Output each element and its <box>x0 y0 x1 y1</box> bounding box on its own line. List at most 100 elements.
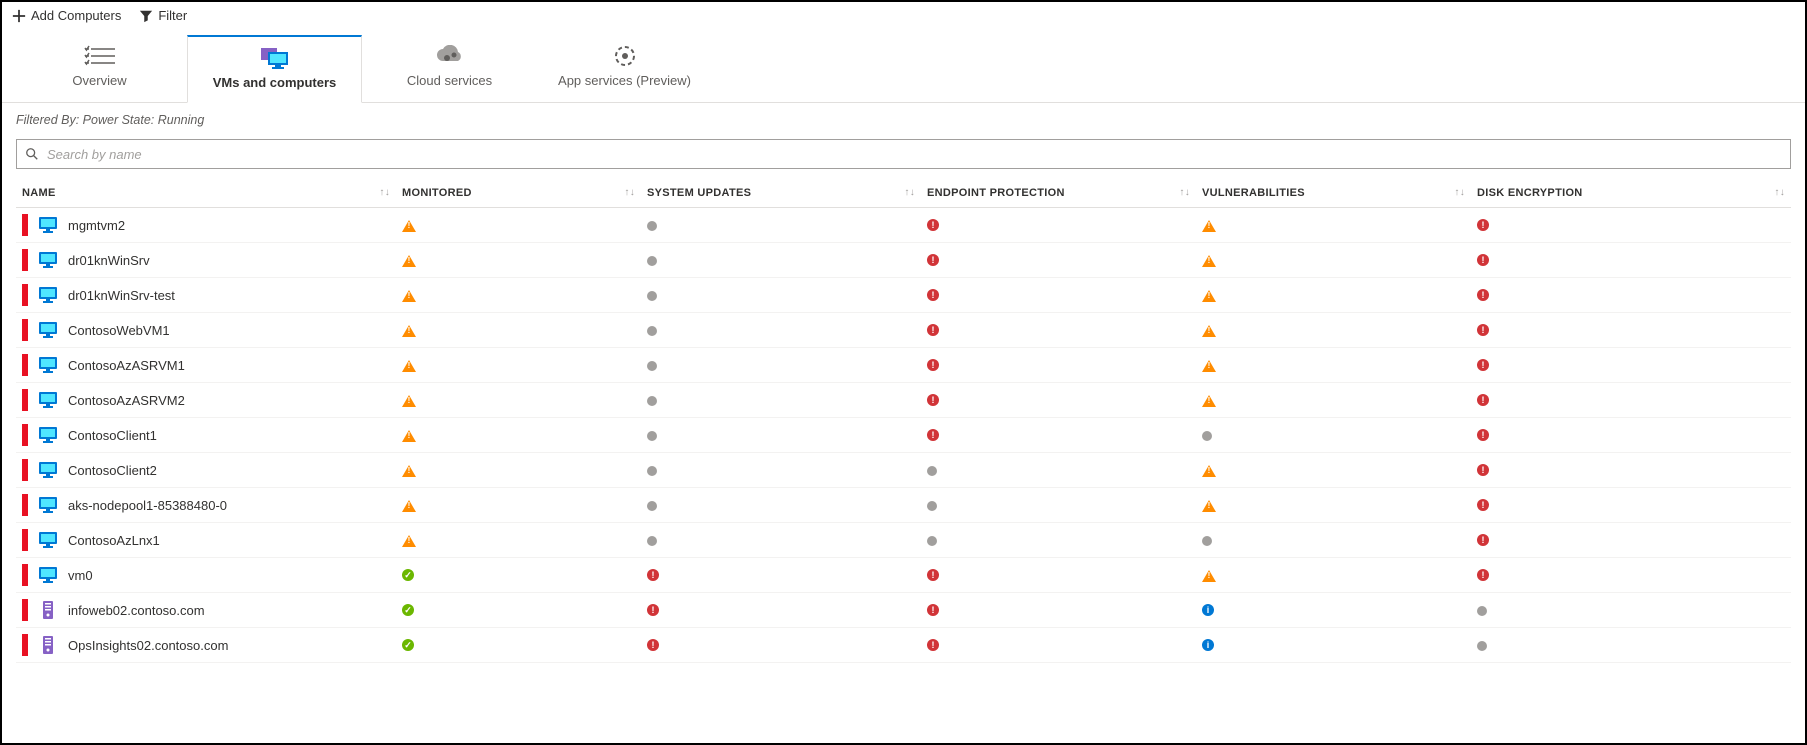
ok-icon: ✓ <box>402 604 414 616</box>
unknown-icon <box>927 466 937 476</box>
table-row[interactable]: ContosoWebVM1!! <box>16 313 1791 348</box>
appservices-icon <box>608 45 642 67</box>
warning-icon <box>1202 395 1216 407</box>
table-row[interactable]: aks-nodepool1-85388480-0! <box>16 488 1791 523</box>
resource-name: infoweb02.contoso.com <box>68 603 205 618</box>
severity-bar <box>22 634 28 656</box>
resource-name: mgmtvm2 <box>68 218 125 233</box>
warning-icon <box>402 430 416 442</box>
table-header-row: NAME↑↓ MONITORED↑↓ SYSTEM UPDATES↑↓ ENDP… <box>16 179 1791 208</box>
sort-icon: ↑↓ <box>1454 187 1465 198</box>
unknown-icon <box>927 536 937 546</box>
resource-name: OpsInsights02.contoso.com <box>68 638 228 653</box>
unknown-icon <box>647 291 657 301</box>
table-row[interactable]: dr01knWinSrv-test!! <box>16 278 1791 313</box>
table-row[interactable]: ContosoAzASRVM1!! <box>16 348 1791 383</box>
error-icon: ! <box>1477 359 1489 371</box>
error-icon: ! <box>927 359 939 371</box>
unknown-icon <box>647 326 657 336</box>
table-row[interactable]: vm0✓!!! <box>16 558 1791 593</box>
add-computers-button[interactable]: Add Computers <box>12 8 121 23</box>
table-row[interactable]: ContosoClient1!! <box>16 418 1791 453</box>
table-row[interactable]: ContosoAzASRVM2!! <box>16 383 1791 418</box>
plus-icon <box>12 9 26 23</box>
resource-name: ContosoAzASRVM2 <box>68 393 185 408</box>
error-icon: ! <box>1477 324 1489 336</box>
error-icon: ! <box>927 429 939 441</box>
tab-label: Cloud services <box>407 73 492 88</box>
resource-name: dr01knWinSrv-test <box>68 288 175 303</box>
add-computers-label: Add Computers <box>31 8 121 23</box>
tab-vms[interactable]: VMs and computers <box>187 35 362 103</box>
warning-icon <box>402 535 416 547</box>
col-endpoint-protection[interactable]: ENDPOINT PROTECTION↑↓ <box>921 179 1196 208</box>
results-table: NAME↑↓ MONITORED↑↓ SYSTEM UPDATES↑↓ ENDP… <box>16 179 1791 663</box>
warning-icon <box>1202 325 1216 337</box>
unknown-icon <box>647 431 657 441</box>
tab-label: VMs and computers <box>213 75 337 90</box>
unknown-icon <box>647 396 657 406</box>
tab-cloud[interactable]: Cloud services <box>362 35 537 102</box>
error-icon: ! <box>1477 254 1489 266</box>
warning-icon <box>1202 465 1216 477</box>
search-wrap <box>2 133 1805 179</box>
warning-icon <box>402 465 416 477</box>
col-vulnerabilities[interactable]: VULNERABILITIES↑↓ <box>1196 179 1471 208</box>
col-system-updates[interactable]: SYSTEM UPDATES↑↓ <box>641 179 921 208</box>
error-icon: ! <box>647 569 659 581</box>
info-icon: i <box>1202 604 1214 616</box>
severity-bar <box>22 599 28 621</box>
warning-icon <box>1202 290 1216 302</box>
error-icon: ! <box>927 394 939 406</box>
tab-overview[interactable]: Overview <box>12 35 187 102</box>
sort-icon: ↑↓ <box>624 187 635 198</box>
table-row[interactable]: dr01knWinSrv!! <box>16 243 1791 278</box>
search-icon <box>25 147 39 161</box>
vm-icon <box>38 530 58 550</box>
filter-button[interactable]: Filter <box>139 8 187 23</box>
filter-label: Filter <box>158 8 187 23</box>
severity-bar <box>22 564 28 586</box>
warning-icon <box>1202 360 1216 372</box>
tab-appsvc[interactable]: App services (Preview) <box>537 35 712 102</box>
vms-icon <box>258 47 292 69</box>
resource-name: vm0 <box>68 568 93 583</box>
vm-icon <box>38 355 58 375</box>
col-monitored[interactable]: MONITORED↑↓ <box>396 179 641 208</box>
error-icon: ! <box>1477 394 1489 406</box>
error-icon: ! <box>1477 429 1489 441</box>
table-row[interactable]: OpsInsights02.contoso.com✓!!i <box>16 628 1791 663</box>
vm-icon <box>38 285 58 305</box>
table-row[interactable]: mgmtvm2!! <box>16 208 1791 243</box>
severity-bar <box>22 284 28 306</box>
col-name[interactable]: NAME↑↓ <box>16 179 396 208</box>
server-icon <box>38 635 58 655</box>
warning-icon <box>402 500 416 512</box>
sort-icon: ↑↓ <box>904 187 915 198</box>
warning-icon <box>402 360 416 372</box>
search-box[interactable] <box>16 139 1791 169</box>
severity-bar <box>22 529 28 551</box>
search-input[interactable] <box>45 146 1782 163</box>
resource-name: ContosoWebVM1 <box>68 323 170 338</box>
filter-icon <box>139 9 153 23</box>
col-disk-encryption[interactable]: DISK ENCRYPTION↑↓ <box>1471 179 1791 208</box>
error-icon: ! <box>1477 219 1489 231</box>
warning-icon <box>402 255 416 267</box>
table-row[interactable]: infoweb02.contoso.com✓!!i <box>16 593 1791 628</box>
table-row[interactable]: ContosoAzLnx1! <box>16 523 1791 558</box>
error-icon: ! <box>927 639 939 651</box>
table-row[interactable]: ContosoClient2! <box>16 453 1791 488</box>
unknown-icon <box>647 536 657 546</box>
resource-name: ContosoAzASRVM1 <box>68 358 185 373</box>
filtered-by-text: Filtered By: Power State: Running <box>2 103 1805 133</box>
severity-bar <box>22 424 28 446</box>
severity-bar <box>22 319 28 341</box>
unknown-icon <box>1202 536 1212 546</box>
error-icon: ! <box>927 219 939 231</box>
sort-icon: ↑↓ <box>379 187 390 198</box>
unknown-icon <box>1477 606 1487 616</box>
warning-icon <box>1202 570 1216 582</box>
error-icon: ! <box>1477 569 1489 581</box>
error-icon: ! <box>1477 534 1489 546</box>
